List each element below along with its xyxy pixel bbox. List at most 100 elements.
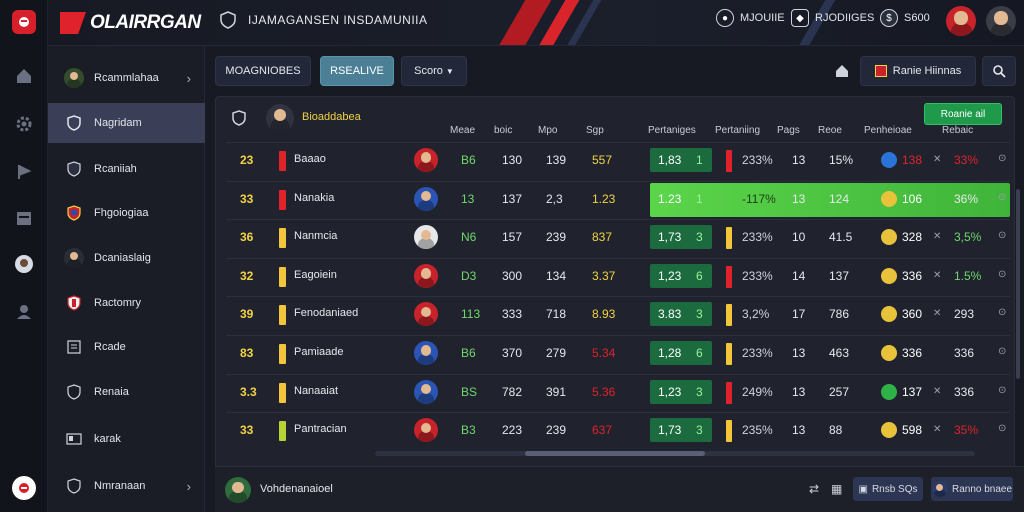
horizontal-scrollbar[interactable] bbox=[375, 451, 975, 456]
header-user-2[interactable]: ◆ RJODIIGES bbox=[791, 9, 874, 27]
tab-active[interactable]: RSEALIVE bbox=[320, 56, 394, 86]
panel-title: Bioaddabea bbox=[302, 111, 361, 123]
sidebar-item-label: Renaia bbox=[94, 386, 129, 398]
rebate-value: 36% bbox=[954, 191, 979, 206]
points-value: 598 bbox=[902, 423, 923, 438]
column-header[interactable]: Mpo bbox=[538, 125, 557, 136]
odds-value: 1,73 bbox=[658, 230, 682, 245]
table-row[interactable]: 33 Nanakia 13 137 2,3 1.23 1.23 1 -117% 13 124 106 3… bbox=[226, 180, 1010, 217]
sidebar-item-label: Rcade bbox=[94, 341, 126, 353]
stat-value: 113 bbox=[461, 307, 481, 322]
sidebar-item-label: Nmranaan bbox=[94, 480, 146, 492]
form-bar bbox=[279, 189, 286, 210]
table-row[interactable]: 23 Baaao B6 130 139 557 1,83 1 233% 13 15% 138 ✕ 33% ⊙ bbox=[226, 142, 1010, 178]
avatar[interactable] bbox=[946, 6, 976, 36]
player-avatar bbox=[414, 225, 438, 250]
player-avatar bbox=[414, 341, 438, 365]
brand-logo[interactable]: OLAIRRGAN bbox=[60, 8, 201, 38]
row-menu-icon: ⊙ bbox=[998, 268, 1007, 280]
coin-icon bbox=[881, 306, 897, 323]
bottom-label: Vohdenanaioel bbox=[260, 483, 333, 495]
column-header[interactable]: Meae bbox=[450, 125, 475, 136]
score-dropdown[interactable]: Scoro ▼ bbox=[401, 56, 467, 86]
avatar-icon bbox=[931, 481, 948, 497]
player-avatar bbox=[414, 186, 438, 211]
tab-matches[interactable]: MOAGNIOBES bbox=[215, 56, 311, 86]
column-header[interactable]: Pertaniing bbox=[715, 125, 760, 136]
sidebar-item-6[interactable]: Rcade bbox=[48, 327, 205, 367]
gear-icon[interactable] bbox=[12, 112, 36, 136]
sidebar-item-label: Rcammlahaa bbox=[94, 72, 159, 84]
column-header[interactable]: boic bbox=[494, 125, 512, 136]
flag-icon[interactable] bbox=[12, 160, 36, 184]
bottom-chip-2-label: Ranno bnaee bbox=[951, 483, 1013, 495]
vertical-scrollbar[interactable] bbox=[1016, 189, 1020, 379]
odds-value: 3 bbox=[696, 384, 703, 399]
table-row[interactable]: 83 Pamiaade B6 370 279 5.34 1,28 6 233% 13 463 336 3… bbox=[226, 335, 1010, 371]
table-row[interactable]: 3.3 Nanaaiat BS 782 391 5.36 1,23 3 249% 13 257 137… bbox=[226, 373, 1010, 410]
calendar-icon[interactable] bbox=[12, 206, 36, 230]
sidebar-item-0[interactable]: Rcammlahaa › bbox=[48, 58, 205, 98]
column-header[interactable]: Pags bbox=[777, 125, 800, 136]
home-icon[interactable] bbox=[835, 64, 849, 78]
column-header[interactable]: Reoe bbox=[818, 125, 842, 136]
column-header[interactable]: Pertaniges bbox=[648, 125, 696, 136]
sidebar-item-7[interactable]: Renaia bbox=[48, 372, 205, 412]
sidebar-item-1[interactable]: Nagridam bbox=[48, 103, 205, 143]
stat-value: 257 bbox=[829, 384, 850, 399]
sidebar-item-3[interactable]: Fhgoiogiaa bbox=[48, 193, 205, 233]
users-icon[interactable] bbox=[12, 300, 36, 324]
sidebar-item-8[interactable]: karak bbox=[48, 419, 205, 459]
panel-action-button[interactable]: Roanie ail bbox=[924, 103, 1002, 125]
table-row[interactable]: 36 Nanmcia N6 157 239 837 1,73 3 233% 10 41.5 328 ✕ 3… bbox=[226, 219, 1010, 255]
stat-value: 137 bbox=[502, 191, 523, 206]
header-user-3[interactable]: $ S600 bbox=[880, 9, 930, 27]
sidebar-item-label: Rcaniiah bbox=[94, 163, 137, 175]
column-header[interactable]: Sgp bbox=[586, 125, 604, 136]
bottom-bar: Vohdenanaioel ⇄ ▦ ▣ Rnsb SQs Ranno bnaee bbox=[215, 466, 1024, 512]
table-row[interactable]: 32 Eagoiein D3 300 134 3.37 1,23 6 233% 14 137 336 ✕… bbox=[226, 257, 1010, 294]
column-header[interactable]: Rebaic bbox=[942, 125, 973, 136]
team-name: Nanakia bbox=[294, 191, 335, 204]
stat-value: 13 bbox=[792, 346, 806, 360]
bottom-chip-1[interactable]: ▣ Rnsb SQs bbox=[853, 477, 923, 501]
app-logo-icon[interactable] bbox=[12, 10, 36, 34]
sidebar-item-2[interactable]: Rcaniiah bbox=[48, 149, 205, 189]
search-button[interactable] bbox=[982, 56, 1016, 86]
column-header[interactable]: Penheioae bbox=[864, 125, 912, 136]
stat-value: 239 bbox=[546, 230, 567, 245]
trend-arrow-icon: ✕ bbox=[933, 308, 942, 320]
sidebar-item-5[interactable]: Ractomry bbox=[48, 283, 205, 323]
home-icon[interactable] bbox=[12, 64, 36, 88]
trend-bar bbox=[726, 381, 732, 404]
sidebar-item-9[interactable]: Nmranaan › bbox=[48, 466, 205, 506]
bottom-chip-1-label: Rnsb SQs bbox=[871, 483, 918, 495]
row-menu-icon: ⊙ bbox=[998, 153, 1007, 164]
shield-icon bbox=[64, 382, 84, 402]
filter-button[interactable]: Ranie Hiinnas bbox=[860, 56, 976, 86]
stat-value: 279 bbox=[546, 346, 567, 360]
coin-icon: $ bbox=[880, 9, 898, 27]
team-name: Pantracian bbox=[294, 423, 347, 436]
table-row[interactable]: 39 Fenodaniaed 113 333 718 8.93 3.83 3 3,2% 17 786… bbox=[226, 296, 1010, 332]
team-name: Fenodaniaed bbox=[294, 307, 359, 320]
stat-value: 137 bbox=[829, 268, 850, 283]
avatar-icon bbox=[64, 68, 84, 88]
odds-value: 1,83 bbox=[658, 153, 682, 167]
bottom-chip-2[interactable]: Ranno bnaee bbox=[931, 477, 1013, 501]
header-user-1[interactable]: ● MJOUIIE bbox=[716, 9, 785, 27]
scrollbar-thumb[interactable] bbox=[525, 451, 705, 456]
table-row[interactable]: 33 Pantracian B3 223 239 637 1,73 3 235% 13 88 598 ✕… bbox=[226, 412, 1010, 448]
sidebar-item-4[interactable]: Dcaniaslaig bbox=[48, 238, 205, 278]
player-icon[interactable] bbox=[12, 252, 36, 276]
swap-icon[interactable]: ⇄ bbox=[809, 482, 819, 496]
stat-value: 718 bbox=[546, 307, 567, 322]
search-icon bbox=[993, 65, 1006, 78]
rank-value: 23 bbox=[240, 153, 254, 167]
stat-value: B6 bbox=[461, 346, 476, 360]
profile-icon[interactable] bbox=[12, 476, 36, 500]
grid-icon[interactable]: ▦ bbox=[831, 482, 842, 496]
stat-value: 13 bbox=[792, 423, 806, 438]
form-bar bbox=[279, 266, 286, 287]
avatar[interactable] bbox=[986, 6, 1016, 36]
